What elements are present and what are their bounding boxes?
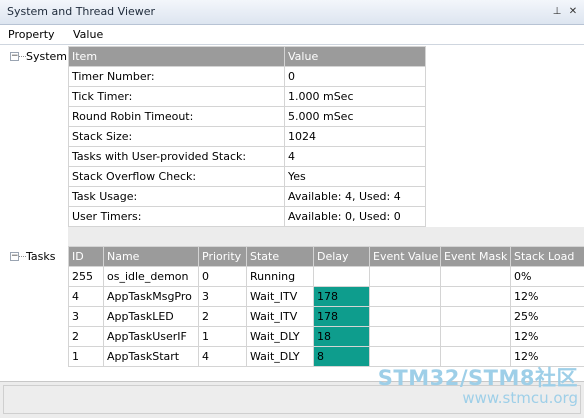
watermark-brand: STM32/STM8社区 bbox=[377, 366, 578, 390]
pin-icon[interactable]: ⊥ bbox=[550, 5, 564, 19]
property-column-header[interactable]: Property bbox=[8, 28, 55, 41]
column-header-event-mask[interactable]: Event Mask bbox=[440, 246, 511, 267]
id-cell: 2 bbox=[68, 326, 104, 347]
stack-load-cell: 12% bbox=[510, 326, 584, 347]
value-cell: 1.000 mSec bbox=[284, 86, 426, 107]
table-header-row: ID Name Priority State Delay Event Value Event… bbox=[68, 246, 584, 267]
value-column-header[interactable]: Value bbox=[73, 28, 103, 41]
name-cell: AppTaskStart bbox=[103, 346, 199, 367]
column-header-id[interactable]: ID bbox=[68, 246, 104, 267]
item-cell: Tasks with User-provided Stack: bbox=[68, 146, 285, 167]
item-cell: Stack Size: bbox=[68, 126, 285, 147]
tree-node-system[interactable]: − System bbox=[0, 48, 67, 64]
delay-cell: 8 bbox=[313, 346, 370, 367]
table-row[interactable]: 255 os_idle_demon 0 Running 0% bbox=[68, 266, 584, 287]
item-cell: Timer Number: bbox=[68, 66, 285, 87]
state-cell: Wait_ITV bbox=[246, 306, 314, 327]
event-value-cell bbox=[369, 286, 441, 307]
collapse-icon[interactable]: − bbox=[10, 52, 19, 61]
event-value-cell bbox=[369, 326, 441, 347]
priority-cell: 2 bbox=[198, 306, 247, 327]
value-cell: Available: 4, Used: 4 bbox=[284, 186, 426, 207]
event-value-cell bbox=[369, 306, 441, 327]
value-cell: 1024 bbox=[284, 126, 426, 147]
delay-cell: 18 bbox=[313, 326, 370, 347]
value-cell: 4 bbox=[284, 146, 426, 167]
value-cell: 0 bbox=[284, 66, 426, 87]
value-cell: 5.000 mSec bbox=[284, 106, 426, 127]
tasks-table: ID Name Priority State Delay Event Value Event… bbox=[68, 246, 584, 367]
table-row[interactable]: Tick Timer: 1.000 mSec bbox=[68, 86, 426, 107]
state-cell: Wait_DLY bbox=[246, 326, 314, 347]
column-header-event-value[interactable]: Event Value bbox=[369, 246, 441, 267]
column-header-value[interactable]: Value bbox=[284, 46, 426, 67]
name-cell: AppTaskLED bbox=[103, 306, 199, 327]
stack-load-cell: 0% bbox=[510, 266, 584, 287]
name-cell: AppTaskMsgPro bbox=[103, 286, 199, 307]
state-cell: Wait_DLY bbox=[246, 346, 314, 367]
event-mask-cell bbox=[440, 266, 511, 287]
priority-cell: 1 bbox=[198, 326, 247, 347]
table-row[interactable]: 4 AppTaskMsgPro 3 Wait_ITV 178 12% bbox=[68, 286, 584, 307]
table-row[interactable]: User Timers: Available: 0, Used: 0 bbox=[68, 206, 426, 227]
system-grid-filler bbox=[425, 46, 584, 227]
table-row[interactable]: Timer Number: 0 bbox=[68, 66, 426, 87]
name-cell: os_idle_demon bbox=[103, 266, 199, 287]
priority-cell: 0 bbox=[198, 266, 247, 287]
item-cell: Tick Timer: bbox=[68, 86, 285, 107]
table-row[interactable]: Stack Size: 1024 bbox=[68, 126, 426, 147]
event-mask-cell bbox=[440, 306, 511, 327]
table-header-row: Item Value bbox=[68, 46, 426, 67]
tree-pane: − System − Tasks bbox=[0, 45, 67, 381]
tree-label-tasks: Tasks bbox=[26, 250, 56, 263]
column-header-state[interactable]: State bbox=[246, 246, 314, 267]
column-header-priority[interactable]: Priority bbox=[198, 246, 247, 267]
delay-cell: 178 bbox=[313, 306, 370, 327]
system-info-table: Item Value Timer Number: 0 Tick Timer: 1.00… bbox=[68, 46, 426, 227]
item-cell: User Timers: bbox=[68, 206, 285, 227]
watermark: STM32/STM8社区 www.stmcu.org bbox=[378, 362, 578, 407]
column-header-stack-load[interactable]: Stack Load bbox=[510, 246, 584, 267]
delay-cell: 178 bbox=[313, 286, 370, 307]
item-cell: Stack Overflow Check: bbox=[68, 166, 285, 187]
priority-cell: 3 bbox=[198, 286, 247, 307]
table-row[interactable]: Tasks with User-provided Stack: 4 bbox=[68, 146, 426, 167]
tree-connector bbox=[19, 56, 26, 57]
section-separator bbox=[68, 227, 584, 246]
item-cell: Round Robin Timeout: bbox=[68, 106, 285, 127]
window-title: System and Thread Viewer bbox=[7, 5, 156, 18]
state-cell: Running bbox=[246, 266, 314, 287]
tree-node-tasks[interactable]: − Tasks bbox=[0, 248, 67, 264]
value-cell: Available: 0, Used: 0 bbox=[284, 206, 426, 227]
window-titlebar: System and Thread Viewer ⊥ ✕ bbox=[0, 0, 584, 25]
stack-load-cell: 12% bbox=[510, 286, 584, 307]
property-grid-header: Property Value bbox=[0, 25, 584, 45]
priority-cell: 4 bbox=[198, 346, 247, 367]
delay-cell bbox=[313, 266, 370, 287]
collapse-icon[interactable]: − bbox=[10, 252, 19, 261]
stack-load-cell: 25% bbox=[510, 306, 584, 327]
event-mask-cell bbox=[440, 286, 511, 307]
event-value-cell bbox=[369, 266, 441, 287]
table-row[interactable]: Task Usage: Available: 4, Used: 4 bbox=[68, 186, 426, 207]
column-header-item[interactable]: Item bbox=[68, 46, 285, 67]
tree-connector bbox=[19, 256, 26, 257]
id-cell: 4 bbox=[68, 286, 104, 307]
id-cell: 255 bbox=[68, 266, 104, 287]
id-cell: 3 bbox=[68, 306, 104, 327]
table-row[interactable]: 3 AppTaskLED 2 Wait_ITV 178 25% bbox=[68, 306, 584, 327]
tree-label-system: System bbox=[26, 50, 68, 63]
state-cell: Wait_ITV bbox=[246, 286, 314, 307]
name-cell: AppTaskUserIF bbox=[103, 326, 199, 347]
table-row[interactable]: 2 AppTaskUserIF 1 Wait_DLY 18 12% bbox=[68, 326, 584, 347]
table-row[interactable]: Round Robin Timeout: 5.000 mSec bbox=[68, 106, 426, 127]
column-header-name[interactable]: Name bbox=[103, 246, 199, 267]
column-header-delay[interactable]: Delay bbox=[313, 246, 370, 267]
item-cell: Task Usage: bbox=[68, 186, 285, 207]
table-row[interactable]: Stack Overflow Check: Yes bbox=[68, 166, 426, 187]
id-cell: 1 bbox=[68, 346, 104, 367]
close-icon[interactable]: ✕ bbox=[566, 5, 580, 19]
event-mask-cell bbox=[440, 326, 511, 347]
value-cell: Yes bbox=[284, 166, 426, 187]
